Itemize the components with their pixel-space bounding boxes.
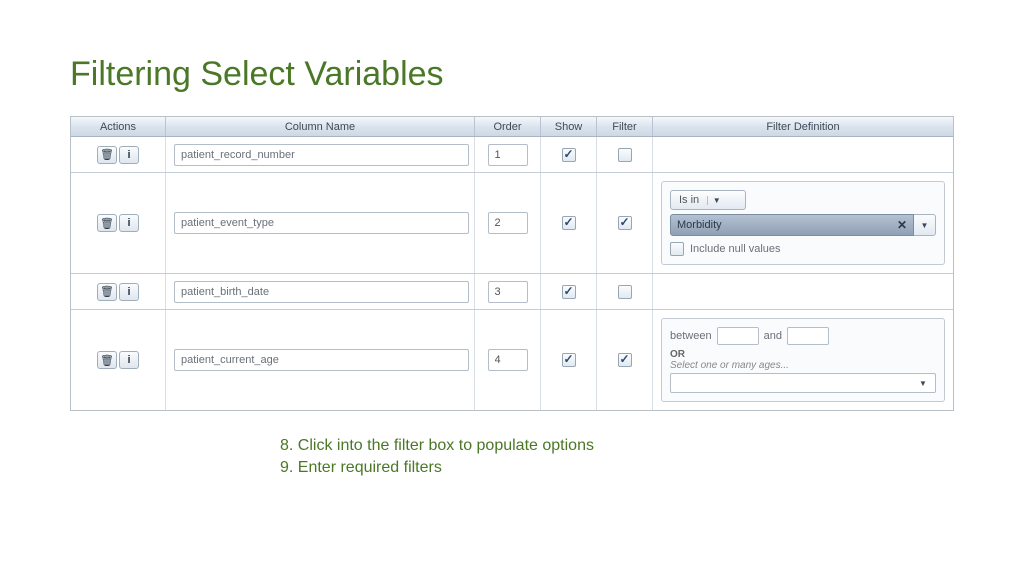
order-input[interactable] xyxy=(488,349,528,371)
order-input[interactable] xyxy=(488,212,528,234)
instruction-line: 8. Click into the filter box to populate… xyxy=(280,435,954,457)
ages-dropdown[interactable]: ▼ xyxy=(670,373,936,393)
and-label: and xyxy=(764,330,782,342)
header-column-name: Column Name xyxy=(166,117,475,136)
info-icon: i xyxy=(127,286,130,298)
chevron-down-icon: ▼ xyxy=(707,196,725,205)
filter-definition-panel: Is in ▼ Morbidity ✕ ▼ Include null value… xyxy=(661,181,945,265)
trash-icon: 🗑 xyxy=(100,148,114,161)
info-icon: i xyxy=(127,354,130,366)
show-checkbox[interactable] xyxy=(562,216,576,230)
operator-label: Is in xyxy=(671,194,707,206)
tag-label: Morbidity xyxy=(677,219,722,231)
column-name-input[interactable] xyxy=(174,281,469,303)
info-icon: i xyxy=(127,217,130,229)
column-name-input[interactable] xyxy=(174,349,469,371)
info-button[interactable]: i xyxy=(119,214,139,232)
filter-checkbox[interactable] xyxy=(618,216,632,230)
table-row: 🗑 i xyxy=(71,137,953,173)
header-order: Order xyxy=(475,117,541,136)
filter-checkbox[interactable] xyxy=(618,353,632,367)
delete-button[interactable]: 🗑 xyxy=(97,146,117,164)
header-show: Show xyxy=(541,117,597,136)
instruction-line: 9. Enter required filters xyxy=(280,457,954,479)
delete-button[interactable]: 🗑 xyxy=(97,351,117,369)
grid-header: Actions Column Name Order Show Filter Fi… xyxy=(71,117,953,137)
select-ages-hint: Select one or many ages... xyxy=(670,360,936,371)
table-row: 🗑 i Is in ▼ Morbidity ✕ xyxy=(71,173,953,274)
show-checkbox[interactable] xyxy=(562,353,576,367)
chevron-down-icon: ▼ xyxy=(915,379,931,388)
show-checkbox[interactable] xyxy=(562,148,576,162)
column-name-input[interactable] xyxy=(174,144,469,166)
trash-icon: 🗑 xyxy=(100,285,114,298)
between-max-input[interactable] xyxy=(787,327,829,345)
order-input[interactable] xyxy=(488,281,528,303)
table-row: 🗑 i xyxy=(71,274,953,310)
value-dropdown-button[interactable]: ▼ xyxy=(914,214,936,236)
operator-dropdown[interactable]: Is in ▼ xyxy=(670,190,746,210)
between-label: between xyxy=(670,330,712,342)
filter-checkbox[interactable] xyxy=(618,148,632,162)
chevron-down-icon: ▼ xyxy=(921,221,929,230)
order-input[interactable] xyxy=(488,144,528,166)
show-checkbox[interactable] xyxy=(562,285,576,299)
between-min-input[interactable] xyxy=(717,327,759,345)
delete-button[interactable]: 🗑 xyxy=(97,214,117,232)
page-title: Filtering Select Variables xyxy=(70,55,954,94)
info-button[interactable]: i xyxy=(119,146,139,164)
delete-button[interactable]: 🗑 xyxy=(97,283,117,301)
filter-checkbox[interactable] xyxy=(618,285,632,299)
or-label: OR xyxy=(670,349,936,360)
include-null-label: Include null values xyxy=(690,243,781,255)
table-row: 🗑 i between and OR Select one or many ag… xyxy=(71,310,953,410)
info-button[interactable]: i xyxy=(119,351,139,369)
variables-grid: Actions Column Name Order Show Filter Fi… xyxy=(70,116,954,411)
header-actions: Actions xyxy=(71,117,166,136)
trash-icon: 🗑 xyxy=(100,217,114,230)
header-filter: Filter xyxy=(597,117,653,136)
remove-tag-icon[interactable]: ✕ xyxy=(897,218,907,232)
column-name-input[interactable] xyxy=(174,212,469,234)
info-button[interactable]: i xyxy=(119,283,139,301)
filter-definition-panel: between and OR Select one or many ages..… xyxy=(661,318,945,402)
header-filter-def: Filter Definition xyxy=(653,117,953,136)
include-null-checkbox[interactable] xyxy=(670,242,684,256)
instructions: 8. Click into the filter box to populate… xyxy=(280,435,954,480)
trash-icon: 🗑 xyxy=(100,354,114,367)
info-icon: i xyxy=(127,149,130,161)
filter-value-tag[interactable]: Morbidity ✕ xyxy=(670,214,914,236)
